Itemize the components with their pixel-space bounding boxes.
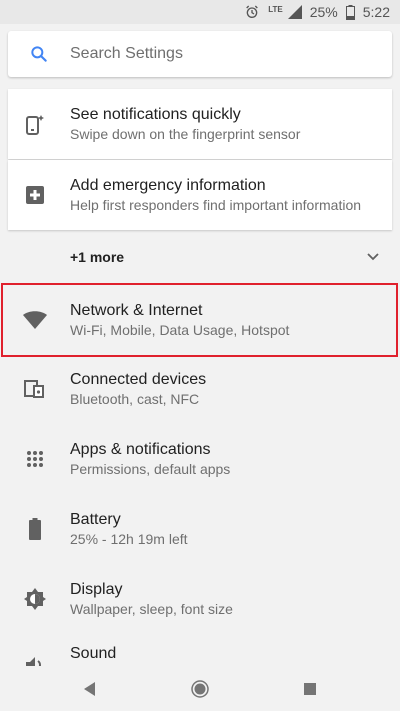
apps-grid-icon [0, 450, 70, 468]
search-bar[interactable]: Search Settings [8, 31, 392, 77]
suggestion-title: See notifications quickly [70, 105, 241, 123]
emergency-plus-icon [8, 185, 60, 205]
setting-network-internet[interactable]: Network & Internet Wi-Fi, Mobile, Data U… [0, 285, 400, 355]
devices-icon [0, 378, 70, 400]
setting-apps-notifications[interactable]: Apps & notifications Permissions, defaul… [0, 424, 400, 494]
status-bar: LTE 25% 5:22 [0, 0, 400, 24]
suggestion-subtitle: Swipe down on the fingerprint sensor [70, 125, 301, 142]
setting-subtitle: 25% - 12h 19m left [70, 530, 188, 547]
setting-sound[interactable]: Sound [0, 634, 400, 666]
search-icon [8, 44, 70, 64]
setting-subtitle: Wi-Fi, Mobile, Data Usage, Hotspot [70, 321, 290, 338]
setting-title: Display [70, 580, 123, 598]
setting-connected-devices[interactable]: Connected devices Bluetooth, cast, NFC [0, 354, 400, 424]
setting-title: Battery [70, 510, 121, 528]
battery-icon [345, 4, 355, 20]
volume-icon [0, 644, 70, 666]
battery-percent: 25% [309, 4, 338, 20]
setting-title: Network & Internet [70, 301, 203, 319]
setting-display[interactable]: Display Wallpaper, sleep, font size [0, 564, 400, 634]
recents-icon[interactable] [295, 678, 325, 700]
brightness-icon [0, 587, 70, 611]
setting-title: Sound [70, 645, 117, 662]
suggestion-notifications[interactable]: See notifications quickly Swipe down on … [8, 89, 392, 159]
setting-title: Connected devices [70, 370, 207, 388]
battery-icon [0, 518, 70, 540]
suggestion-emergency[interactable]: Add emergency information Help first res… [8, 160, 392, 230]
network-type-label: LTE [268, 5, 283, 14]
fingerprint-swipe-icon [8, 112, 60, 136]
search-placeholder: Search Settings [70, 45, 183, 62]
alarm-icon [244, 4, 260, 20]
setting-subtitle: Permissions, default apps [70, 460, 231, 477]
more-suggestions-row[interactable]: +1 more [0, 233, 400, 281]
setting-subtitle: Bluetooth, cast, NFC [70, 390, 200, 407]
suggestion-subtitle: Help first responders find important inf… [70, 196, 362, 213]
chevron-down-icon[interactable] [366, 250, 380, 269]
signal-icon [287, 5, 302, 19]
wifi-icon [0, 309, 70, 331]
setting-subtitle: Wallpaper, sleep, font size [70, 600, 233, 617]
more-label: +1 more [70, 249, 125, 265]
setting-title: Apps & notifications [70, 440, 211, 458]
suggestion-title: Add emergency information [70, 176, 266, 194]
navigation-bar [0, 666, 400, 711]
setting-battery[interactable]: Battery 25% - 12h 19m left [0, 494, 400, 564]
back-icon[interactable] [75, 678, 105, 700]
clock: 5:22 [362, 4, 390, 20]
home-icon[interactable] [185, 678, 215, 700]
